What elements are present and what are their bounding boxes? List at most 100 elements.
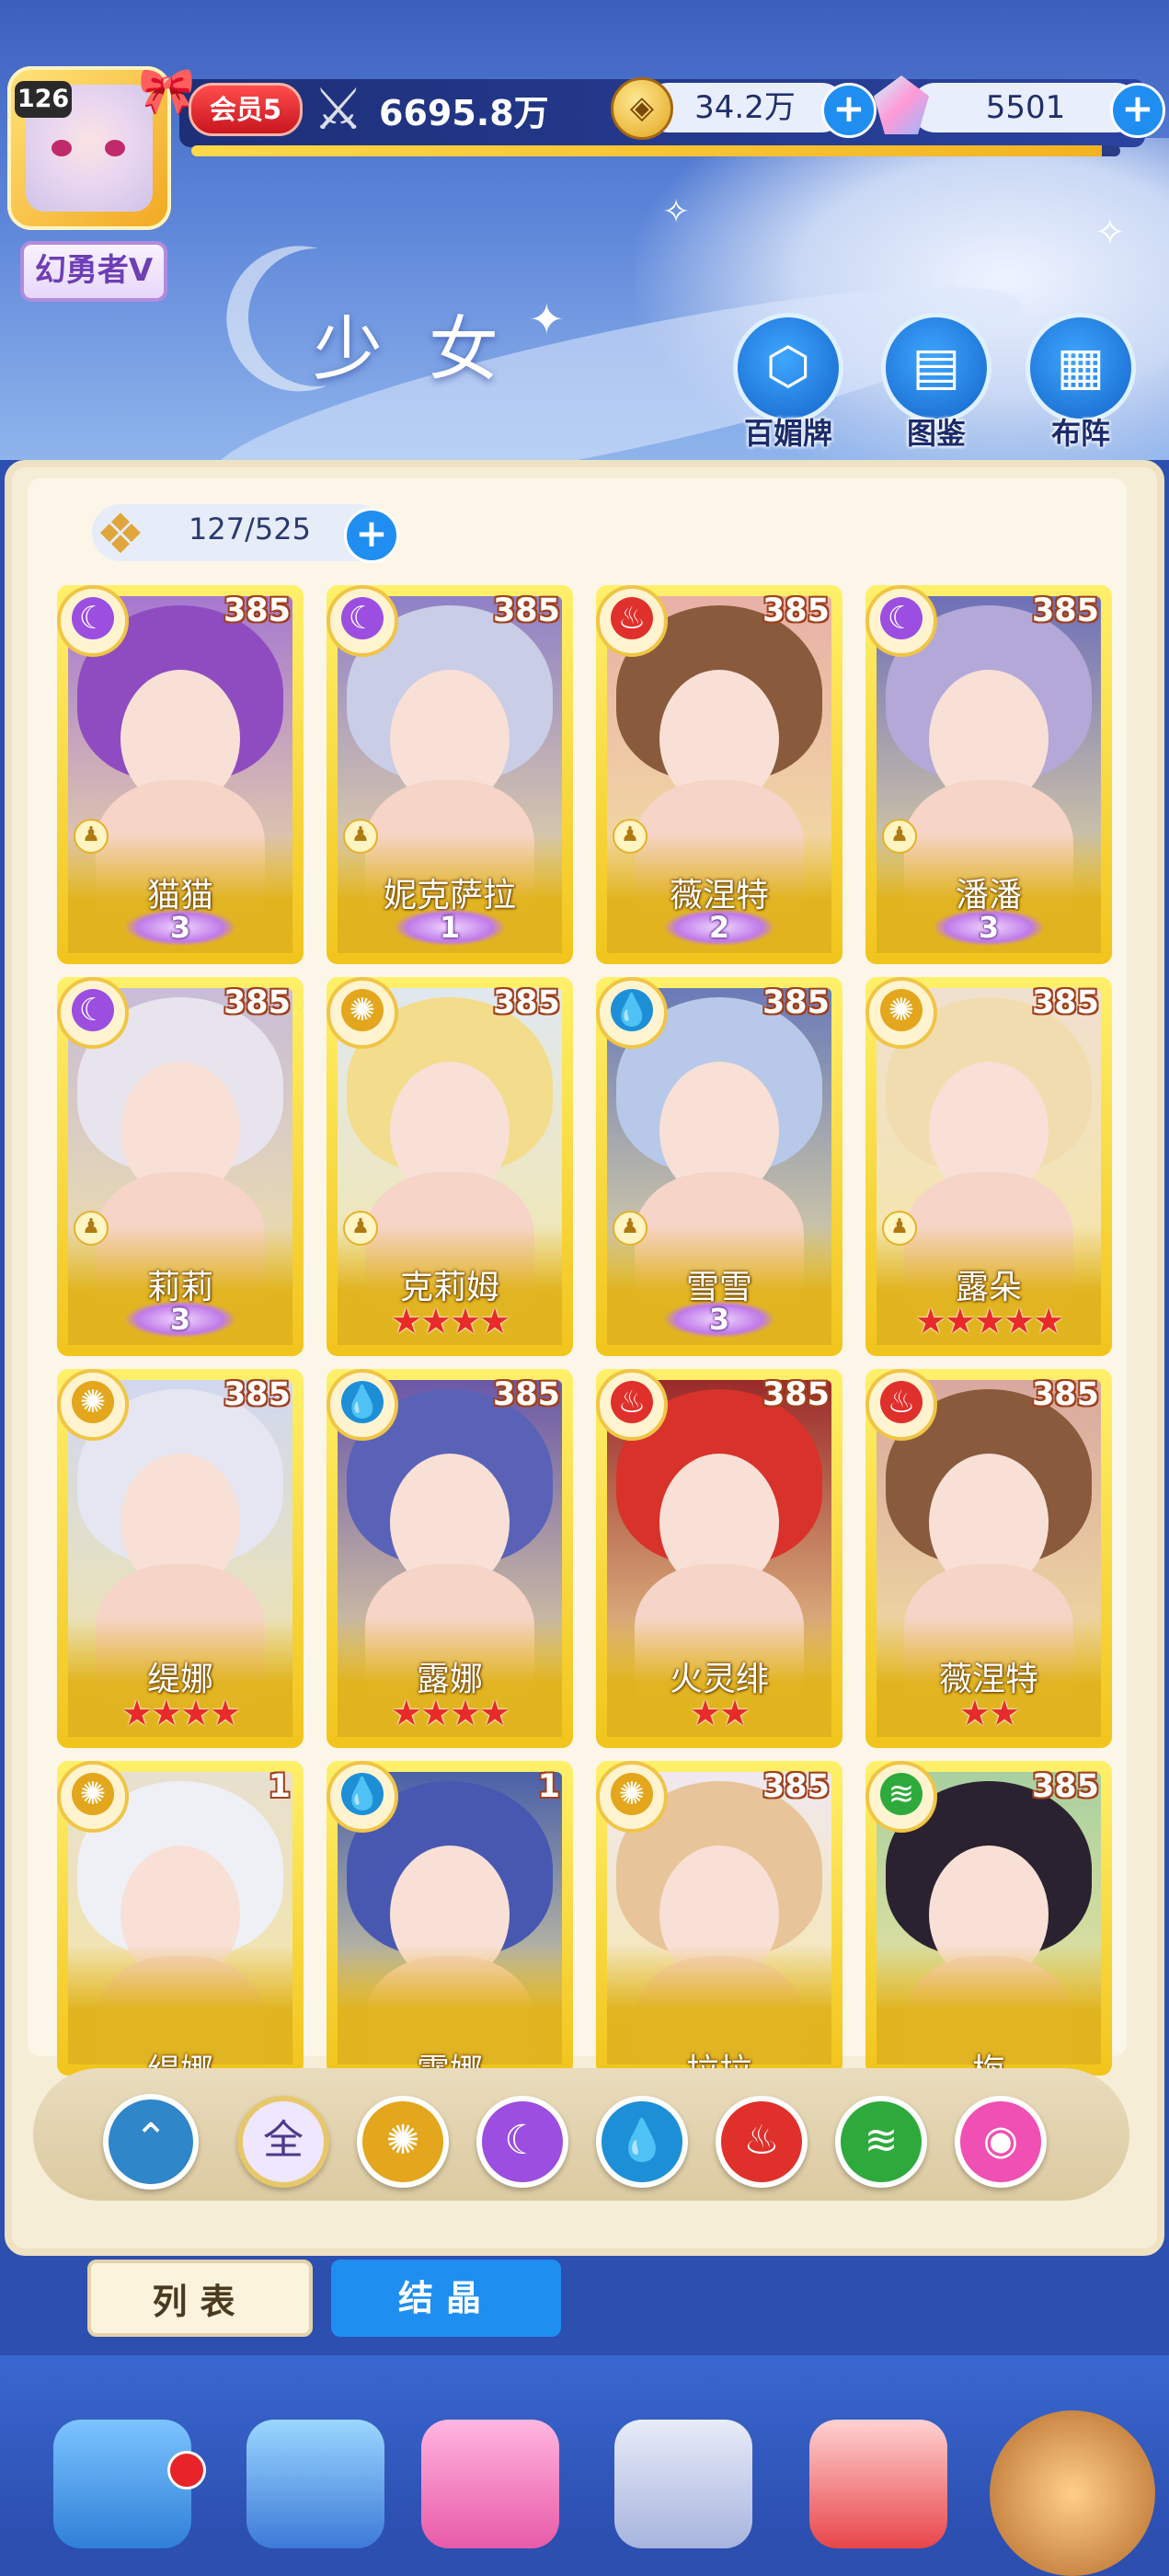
character-card[interactable]: ✺ 385 拉拉 — [596, 1761, 842, 2076]
sword-shield-icon: ⚔ — [313, 75, 364, 143]
fire-element-icon: ♨ — [596, 1369, 668, 1441]
character-level: 385 — [1031, 1768, 1099, 1805]
filter-wind-button[interactable]: ≋ — [835, 2096, 927, 2188]
filter-sort-button[interactable]: ⌃ — [103, 2094, 199, 2190]
moon-element-icon: ☾ — [57, 977, 129, 1049]
add-gems-button[interactable]: + — [1110, 83, 1165, 138]
player-title-tag[interactable]: 幻勇者V — [20, 241, 167, 302]
star-rating: ★★★★ — [390, 1301, 510, 1341]
character-level: 385 — [223, 984, 291, 1021]
character-icon[interactable] — [614, 2420, 752, 2548]
moon-element-icon: ☾ — [865, 585, 937, 657]
notification-dot — [167, 2451, 206, 2490]
sun-element-icon: ✺ — [57, 1761, 129, 1833]
gift-box-icon[interactable] — [809, 2420, 947, 2548]
tab-list[interactable]: 列表 — [87, 2260, 313, 2337]
star-rating: ★★★★ — [390, 1693, 510, 1733]
role-icon: ♟ — [343, 1211, 378, 1246]
character-card[interactable]: ♨ 385 火灵绯 ★★ — [596, 1369, 842, 1748]
filter-sun-button[interactable]: ✺ — [357, 2096, 449, 2188]
role-icon: ♟ — [613, 819, 648, 854]
hearts-icon[interactable] — [421, 2420, 559, 2548]
fire-icon: ♨ — [743, 2117, 780, 2164]
role-icon: ♟ — [74, 1211, 109, 1246]
role-icon: ♟ — [343, 819, 378, 854]
heart-orb-icon: ◉ — [982, 2117, 1019, 2164]
codex-button[interactable]: ▤ 图鉴 — [877, 313, 996, 453]
character-level: 1 — [537, 1768, 560, 1805]
water-element-icon: 💧 — [596, 977, 668, 1049]
character-card[interactable]: ✺ 385 ♟ 露朵 ★★★★★ — [865, 977, 1112, 1356]
character-card[interactable]: ✺ 385 缇娜 ★★★★ — [57, 1369, 304, 1748]
character-card[interactable]: ≋ 385 梅 — [865, 1761, 1112, 2076]
sun-element-icon: ✺ — [57, 1369, 129, 1441]
fire-element-icon: ♨ — [596, 585, 668, 657]
star-shield-icon[interactable] — [246, 2420, 384, 2548]
filter-heart-button[interactable]: ◉ — [955, 2096, 1047, 2188]
filter-all-button[interactable]: 全 — [237, 2096, 329, 2188]
formation-label: 布阵 — [1050, 416, 1110, 451]
roster-capacity-max: 525 — [254, 512, 311, 546]
coin-icon: ◈ — [611, 77, 673, 140]
sparkle-icon: ✧ — [1095, 212, 1126, 254]
awaken-wings-badge: 3 — [934, 909, 1044, 946]
sun-element-icon: ✺ — [596, 1761, 668, 1833]
character-level: 385 — [492, 984, 560, 1021]
character-card[interactable]: 💧 385 露娜 ★★★★ — [327, 1369, 573, 1748]
compass-icon[interactable] — [990, 2410, 1155, 2576]
moon-element-icon: ☾ — [57, 585, 129, 657]
formation-button[interactable]: ▦ 布阵 — [1021, 313, 1140, 453]
character-card[interactable]: ☾ 385 ♟ 潘潘 3 — [865, 585, 1112, 964]
tab-list-label: 列表 — [152, 2282, 248, 2322]
water-drop-icon: 💧 — [616, 2117, 668, 2164]
awaken-wings-badge: 3 — [664, 1301, 774, 1338]
sort-chevron-icon: ⌃ — [133, 2115, 168, 2162]
filter-water-button[interactable]: 💧 — [596, 2096, 688, 2188]
card-deck-icon: ⬡ — [733, 313, 843, 423]
character-level: 385 — [1031, 984, 1099, 1021]
sparkle-icon: ✧ — [662, 193, 691, 231]
water-element-icon: 💧 — [327, 1369, 398, 1441]
character-card[interactable]: 💧 385 ♟ 雪雪 3 — [596, 977, 842, 1356]
character-level: 385 — [762, 592, 830, 629]
character-card[interactable]: ☾ 385 ♟ 莉莉 3 — [57, 977, 304, 1356]
character-level: 385 — [492, 592, 560, 629]
star-rating: ★★ — [958, 1693, 1020, 1733]
character-level: 385 — [223, 592, 291, 629]
character-card[interactable]: ☾ 385 ♟ 妮克萨拉 1 — [327, 585, 573, 964]
filter-moon-button[interactable]: ☾ — [476, 2096, 568, 2188]
role-icon: ♟ — [882, 819, 917, 854]
character-level: 385 — [1031, 592, 1099, 629]
character-card[interactable]: ✺ 1 缇娜 — [57, 1761, 304, 2076]
character-card[interactable]: ♨ 385 薇涅特 ★★ — [865, 1369, 1112, 1748]
filter-fire-button[interactable]: ♨ — [716, 2096, 808, 2188]
moon-icon: ☾ — [504, 2117, 541, 2164]
role-icon: ♟ — [613, 1211, 648, 1246]
character-level: 385 — [762, 1376, 830, 1413]
page-title: 少女 — [313, 308, 544, 390]
gem-counter: 5501 — [911, 83, 1140, 132]
codex-label: 图鉴 — [906, 416, 966, 451]
sun-icon: ✺ — [385, 2117, 420, 2164]
all-icon: 全 — [263, 2117, 304, 2164]
grid-formation-icon: ▦ — [1026, 313, 1136, 423]
star-rating: ★★★★★ — [914, 1301, 1064, 1341]
bow-icon: 🎀 — [138, 64, 196, 118]
exp-progress-fill — [191, 145, 1102, 156]
card-deck-button[interactable]: ⬡ 百媚牌 — [728, 313, 848, 453]
vip-badge[interactable]: 会员5 — [189, 83, 303, 136]
player-level-badge: 126 — [15, 81, 72, 118]
add-coins-button[interactable]: + — [821, 83, 877, 138]
expand-roster-button[interactable]: + — [344, 508, 399, 563]
moon-element-icon: ☾ — [327, 585, 398, 657]
card-deck-label: 百媚牌 — [743, 416, 832, 451]
character-card[interactable]: ☾ 385 ♟ 猫猫 3 — [57, 585, 304, 964]
character-card[interactable]: ♨ 385 ♟ 薇涅特 2 — [596, 585, 842, 964]
fire-element-icon: ♨ — [865, 1369, 937, 1441]
character-card[interactable]: ✺ 385 ♟ 克莉姆 ★★★★ — [327, 977, 573, 1356]
role-icon: ♟ — [882, 1211, 917, 1246]
role-icon: ♟ — [74, 819, 109, 854]
character-card[interactable]: 💧 1 露娜 — [327, 1761, 573, 2076]
castle-icon[interactable] — [53, 2420, 191, 2548]
tab-crystal[interactable]: 结晶 — [331, 2260, 561, 2337]
